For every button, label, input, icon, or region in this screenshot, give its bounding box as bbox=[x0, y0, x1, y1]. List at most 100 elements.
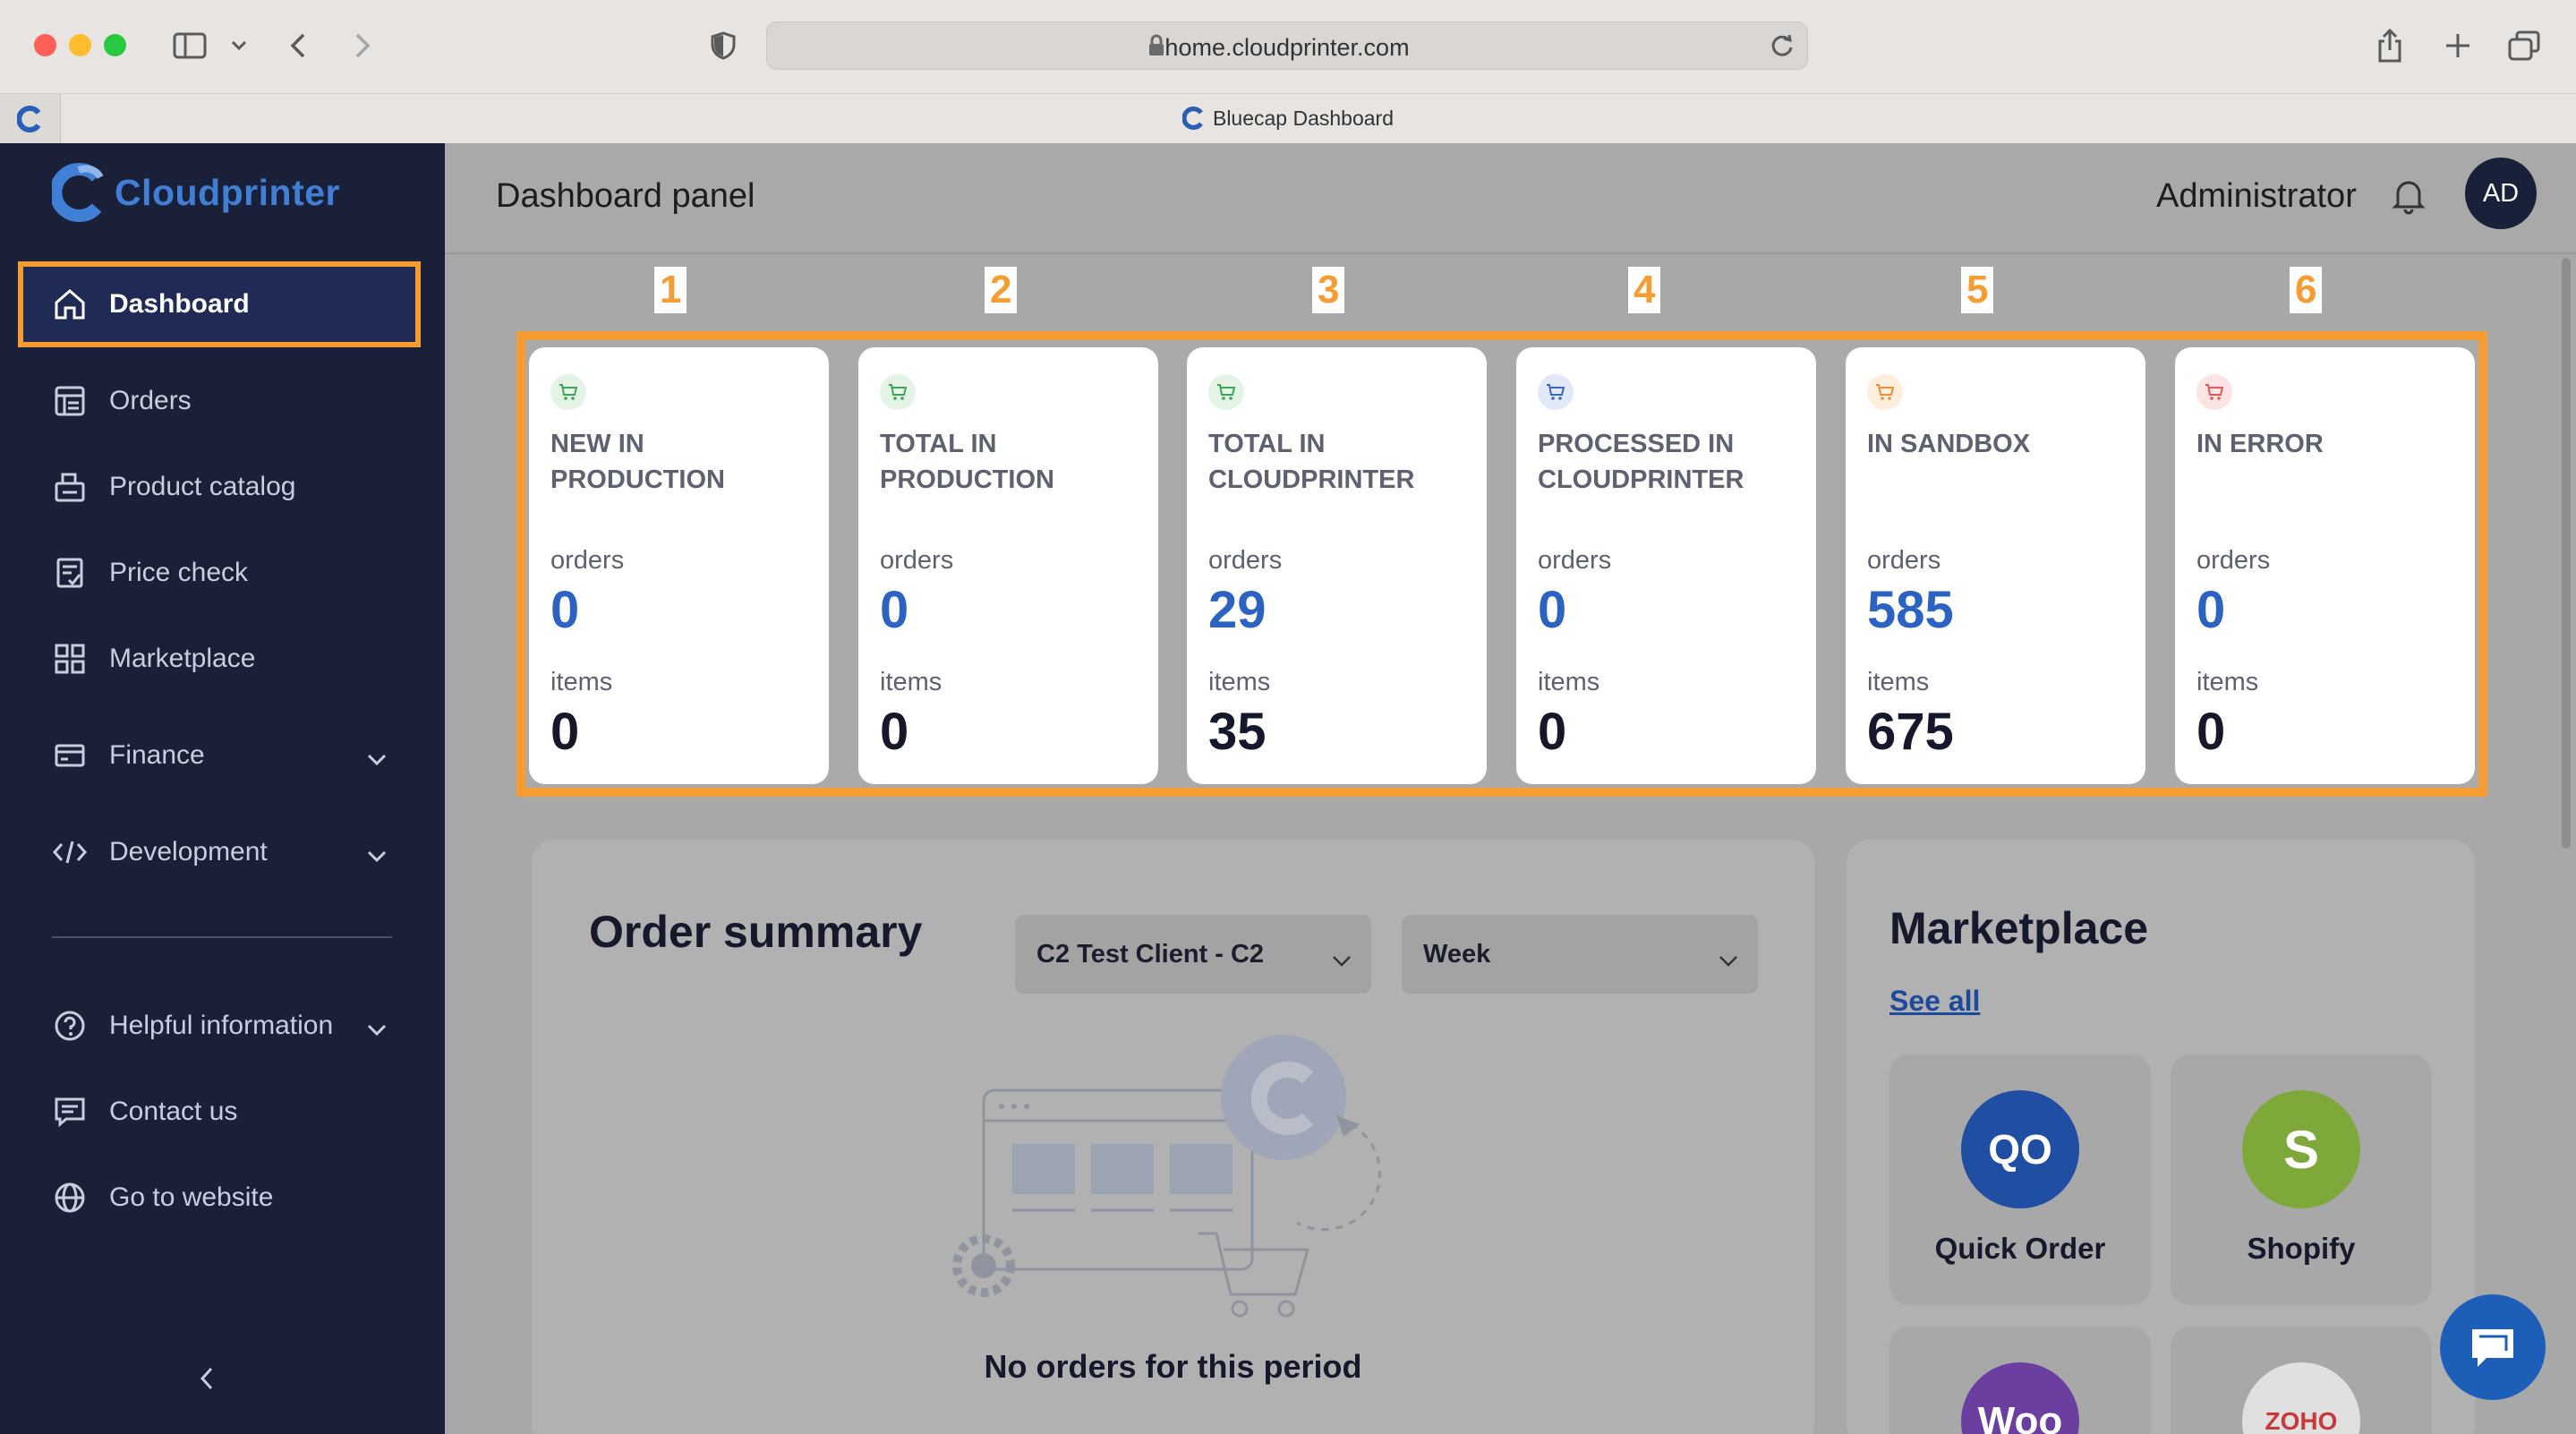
stat-title: Processed in Cloudprinter bbox=[1538, 430, 1744, 494]
globe-icon bbox=[52, 1180, 88, 1216]
forward-icon[interactable] bbox=[349, 23, 376, 68]
orders-icon bbox=[52, 383, 88, 419]
sidebar-item-development[interactable]: Development bbox=[18, 809, 421, 895]
sidebar-item-label: Helpful information bbox=[109, 1011, 334, 1040]
code-icon bbox=[52, 834, 88, 870]
sidebar-item-finance[interactable]: Finance bbox=[18, 713, 421, 798]
price-check-icon bbox=[52, 555, 88, 591]
items-count: 0 bbox=[1538, 703, 1567, 761]
sidebar-item-dashboard[interactable]: Dashboard bbox=[18, 261, 421, 347]
orders-label: orders bbox=[1867, 546, 1941, 575]
marketplace-tile-name: Shopify bbox=[2247, 1232, 2356, 1265]
chat-bubble-icon bbox=[2472, 1329, 2513, 1367]
items-count: 0 bbox=[880, 703, 909, 761]
order-summary-title: Order summary bbox=[589, 907, 923, 957]
stat-title: In error bbox=[2196, 430, 2324, 458]
client-select-value: C2 Test Client - C2 bbox=[1036, 939, 1265, 969]
marketplace-tile-quick-order[interactable]: QO Quick Order bbox=[1889, 1054, 2151, 1305]
items-label: items bbox=[1867, 668, 1930, 696]
brand-logo[interactable]: Cloudprinter bbox=[52, 163, 340, 222]
sidebar-item-label: Go to website bbox=[109, 1182, 274, 1212]
help-icon bbox=[52, 1008, 88, 1044]
sidebar-item-label: Dashboard bbox=[109, 289, 250, 319]
share-icon[interactable] bbox=[2374, 23, 2406, 68]
orders-label: orders bbox=[1538, 546, 1612, 575]
marketplace-tile-zoho[interactable]: ZOHO bbox=[2171, 1327, 2432, 1434]
stat-card-in-sandbox[interactable]: In sandbox orders 585 items 675 bbox=[1846, 347, 2145, 784]
page-title: Dashboard panel bbox=[496, 177, 755, 215]
step-marker: 1 bbox=[654, 267, 687, 313]
bell-icon[interactable] bbox=[2391, 175, 2427, 219]
sidebar-item-helpful-information[interactable]: Helpful information bbox=[18, 983, 421, 1069]
cart-icon bbox=[1538, 374, 1574, 410]
cart-icon bbox=[2196, 374, 2232, 410]
maximize-window-button[interactable] bbox=[104, 34, 126, 56]
items-count: 35 bbox=[1208, 703, 1267, 761]
step-marker: 6 bbox=[2290, 267, 2323, 313]
sidebar-item-label: Finance bbox=[109, 740, 205, 770]
sidebar-item-label: Development bbox=[109, 837, 268, 866]
sidebar-item-product-catalog[interactable]: Product catalog bbox=[18, 444, 421, 530]
tab-bar: Bluecap Dashboard bbox=[0, 93, 2576, 144]
orders-label: orders bbox=[550, 546, 625, 575]
order-summary-panel: Order summary C2 Test Client - C2 Week N… bbox=[532, 840, 1814, 1434]
items-label: items bbox=[1538, 668, 1600, 696]
cart-icon bbox=[550, 374, 586, 410]
orders-count: 0 bbox=[550, 581, 580, 639]
tab-overview-icon[interactable] bbox=[2506, 23, 2542, 68]
stat-card-in-error[interactable]: In error orders 0 items 0 bbox=[2175, 347, 2475, 784]
sidebar-item-label: Price check bbox=[109, 558, 249, 587]
scrollbar[interactable] bbox=[2562, 258, 2571, 849]
marketplace-tile-woocommerce[interactable]: Woo bbox=[1889, 1327, 2151, 1434]
items-count: 675 bbox=[1867, 703, 1954, 761]
sidebar-item-label: Contact us bbox=[109, 1097, 238, 1126]
client-select[interactable]: C2 Test Client - C2 bbox=[1015, 915, 1371, 994]
chevron-down-icon[interactable] bbox=[226, 23, 252, 68]
browser-titlebar: home.cloudprinter.com bbox=[0, 0, 2576, 93]
close-window-button[interactable] bbox=[34, 34, 56, 56]
chevron-down-icon bbox=[367, 743, 387, 773]
sidebar-toggle-icon[interactable] bbox=[170, 23, 209, 68]
items-label: items bbox=[1208, 668, 1271, 696]
chevron-down-icon bbox=[367, 840, 387, 870]
stat-card-processed-in-cloudprinter[interactable]: Processed in Cloudprinter orders 0 items… bbox=[1516, 347, 1816, 784]
marketplace-title: Marketplace bbox=[1889, 903, 2149, 953]
sidebar-item-marketplace[interactable]: Marketplace bbox=[18, 616, 421, 702]
sidebar: Cloudprinter Dashboard Orders Product ca… bbox=[0, 143, 445, 1434]
sidebar-item-price-check[interactable]: Price check bbox=[18, 530, 421, 616]
avatar[interactable]: AD bbox=[2465, 158, 2537, 229]
stats-highlight-frame: New in production orders 0 items 0 Total… bbox=[516, 331, 2487, 797]
cart-icon bbox=[1867, 374, 1903, 410]
items-label: items bbox=[2196, 668, 2259, 696]
reload-icon[interactable] bbox=[1770, 33, 1795, 63]
stat-card-new-in-production[interactable]: New in production orders 0 items 0 bbox=[529, 347, 829, 784]
stat-card-total-in-production[interactable]: Total in production orders 0 items 0 bbox=[858, 347, 1158, 784]
chat-widget-button[interactable] bbox=[2440, 1294, 2546, 1400]
user-name[interactable]: Administrator bbox=[2156, 177, 2357, 216]
stat-card-total-in-cloudprinter[interactable]: Total in Cloudprinter orders 29 items 35 bbox=[1187, 347, 1487, 784]
sidebar-item-contact-us[interactable]: Contact us bbox=[18, 1069, 421, 1155]
home-icon bbox=[52, 286, 88, 322]
stat-title: Total in Cloudprinter bbox=[1208, 430, 1415, 494]
minimize-window-button[interactable] bbox=[69, 34, 91, 56]
top-bar: Dashboard panel Administrator AD bbox=[445, 143, 2576, 254]
orders-count: 0 bbox=[880, 581, 909, 639]
main-content: Dashboard panel Administrator AD 1 2 3 4… bbox=[445, 143, 2576, 1434]
see-all-link[interactable]: See all bbox=[1889, 985, 1980, 1018]
period-select-value: Week bbox=[1423, 939, 1491, 969]
shield-icon[interactable] bbox=[707, 23, 739, 68]
new-tab-icon[interactable] bbox=[2442, 23, 2474, 68]
back-icon[interactable] bbox=[285, 23, 311, 68]
period-select[interactable]: Week bbox=[1402, 915, 1758, 994]
address-bar[interactable]: home.cloudprinter.com bbox=[766, 21, 1808, 70]
sidebar-item-orders[interactable]: Orders bbox=[18, 358, 421, 444]
cart-icon bbox=[880, 374, 916, 410]
marketplace-tile-shopify[interactable]: S Shopify bbox=[2171, 1054, 2432, 1305]
collapse-sidebar-icon[interactable] bbox=[199, 1366, 215, 1396]
sidebar-item-go-to-website[interactable]: Go to website bbox=[18, 1155, 421, 1241]
step-marker: 4 bbox=[1628, 267, 1661, 313]
tab-active[interactable]: Bluecap Dashboard bbox=[0, 107, 2576, 131]
items-count: 0 bbox=[2196, 703, 2226, 761]
woocommerce-logo-icon: Woo bbox=[1961, 1362, 2079, 1434]
sidebar-divider bbox=[52, 936, 392, 938]
